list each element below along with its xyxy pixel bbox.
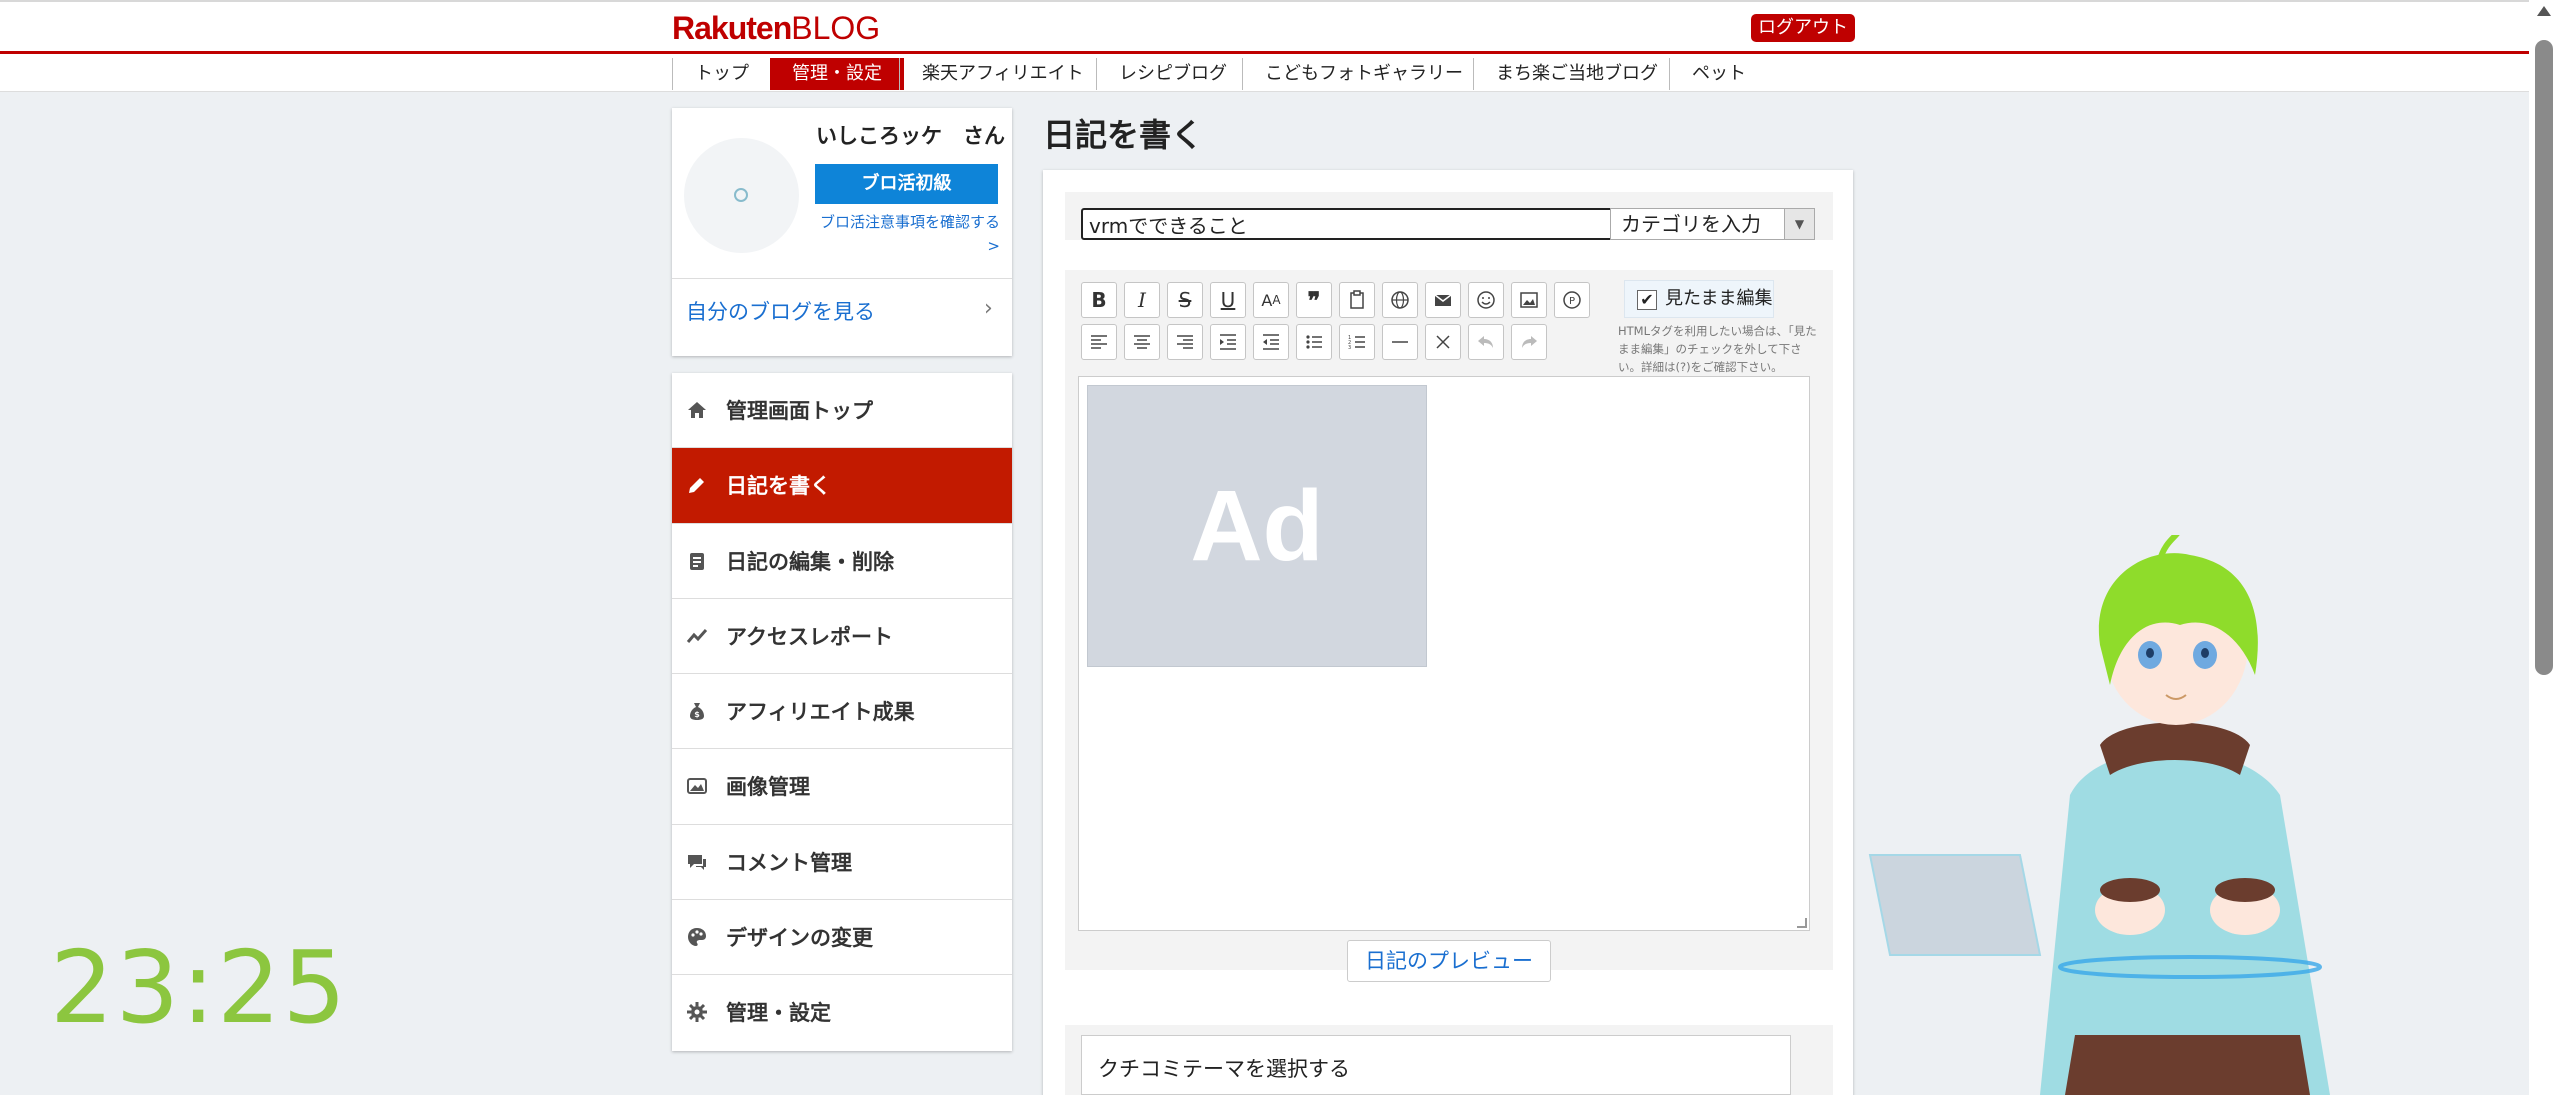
rakuten-blog-logo[interactable]: RakutenBLOG — [672, 10, 880, 46]
money-bag-icon: $ — [686, 700, 708, 722]
nav-item-affiliate[interactable]: 楽天アフィリエイト — [899, 58, 1106, 90]
sidebar-item-label: デザインの変更 — [726, 926, 873, 951]
review-theme-area: クチコミテーマを選択する — [1065, 1025, 1833, 1095]
numbered-list-icon[interactable]: 123 — [1339, 324, 1375, 360]
diary-title-input[interactable] — [1081, 208, 1642, 240]
sidebar-item-label: コメント管理 — [726, 850, 852, 875]
wysiwyg-label: 見たまま編集 — [1665, 288, 1773, 309]
scrollbar-thumb[interactable] — [2535, 40, 2553, 675]
username: いしころッケ さん — [816, 124, 1005, 148]
sidebar-item-label: アフィリエイト成果 — [726, 700, 915, 725]
nav-item-kids-photo[interactable]: こどもフォトギャラリー — [1242, 58, 1485, 90]
category-placeholder: カテゴリを入力 — [1621, 212, 1761, 236]
category-select[interactable]: カテゴリを入力 ▼ — [1610, 208, 1815, 240]
sidebar-item-image-management[interactable]: 画像管理 — [672, 749, 1012, 825]
global-nav: トップ 管理・設定 楽天アフィリエイト レシピブログ こどもフォトギャラリー ま… — [0, 54, 2529, 92]
page-scrollbar[interactable] — [2529, 0, 2559, 1095]
svg-text:$: $ — [694, 710, 700, 719]
nav-item-settings[interactable]: 管理・設定 — [770, 58, 904, 90]
product-link-icon[interactable]: P — [1554, 282, 1590, 318]
avatar[interactable] — [684, 138, 799, 253]
sidebar-item-label: 管理画面トップ — [726, 399, 873, 423]
nav-item-recipe-blog[interactable]: レシピブログ — [1096, 58, 1249, 90]
trend-icon — [686, 625, 708, 647]
svg-text:3: 3 — [1348, 345, 1351, 351]
sidebar-item-comment-management[interactable]: コメント管理 — [672, 825, 1012, 901]
underline-icon[interactable]: U — [1210, 282, 1246, 318]
strikethrough-icon[interactable]: S — [1167, 282, 1203, 318]
undo-icon[interactable] — [1468, 324, 1504, 360]
sidebar-item-label: アクセスレポート — [726, 624, 893, 649]
sidebar-item-label: 管理・設定 — [726, 1001, 831, 1026]
diary-editor-panel: カテゴリを入力 ▼ B I S U AA ❞ P ✔ 見たまま編集 — [1043, 170, 1853, 1095]
sidebar-item-edit-diary[interactable]: 日記の編集・削除 — [672, 524, 1012, 599]
nav-item-pet[interactable]: ペット — [1669, 58, 1768, 90]
nav-item-top[interactable]: トップ — [672, 58, 771, 90]
clock-overlay: 23:25 — [50, 929, 349, 1046]
logout-button[interactable]: ログアウト — [1751, 14, 1855, 42]
avatar-placeholder-icon — [734, 188, 748, 202]
horizontal-rule-icon[interactable] — [1382, 324, 1418, 360]
chevron-right-icon: › — [984, 296, 993, 321]
sidebar-item-admin-top[interactable]: 管理画面トップ — [672, 373, 1012, 449]
globe-icon[interactable] — [1382, 282, 1418, 318]
wysiwyg-toggle[interactable]: ✔ 見たまま編集 — [1624, 280, 1774, 318]
image-icon — [686, 775, 708, 797]
paste-icon[interactable] — [1339, 282, 1375, 318]
align-center-icon[interactable] — [1124, 324, 1160, 360]
wysiwyg-checkbox[interactable]: ✔ — [1637, 290, 1657, 310]
sidebar-item-label: 日記を書く — [726, 474, 831, 499]
wysiwyg-note: HTMLタグを利用したい場合は、「見たまま編集」のチェックを外して下さい。詳細は… — [1618, 324, 1817, 374]
profile-card: いしころッケ さん ブロ活初級 ブロ活注意事項を確認する> 自分のブログを見る … — [672, 108, 1012, 356]
scroll-up-icon[interactable] — [2537, 6, 2551, 16]
page-title: 日記を書く — [1043, 116, 1204, 154]
top-header: RakutenBLOG ログアウト — [0, 0, 2529, 54]
bullet-list-icon[interactable] — [1296, 324, 1332, 360]
document-icon — [686, 550, 708, 572]
image-insert-icon[interactable] — [1511, 282, 1547, 318]
emoji-icon[interactable] — [1468, 282, 1504, 318]
indent-icon[interactable] — [1210, 324, 1246, 360]
rank-notice-link[interactable]: ブロ活注意事項を確認する> — [815, 210, 1000, 258]
palette-icon — [686, 926, 708, 948]
diary-body-editor[interactable]: Ad — [1078, 376, 1810, 931]
logo-rakuten-text: Rakuten — [672, 10, 792, 46]
home-icon — [686, 399, 708, 421]
preview-button[interactable]: 日記のプレビュー — [1347, 940, 1551, 982]
redo-icon[interactable] — [1511, 324, 1547, 360]
sidebar-item-label: 画像管理 — [726, 775, 810, 800]
align-left-icon[interactable] — [1081, 324, 1117, 360]
pencil-icon — [686, 474, 708, 496]
admin-sidebar-menu: 管理画面トップ 日記を書く 日記の編集・削除 アクセスレポート $ アフィリエイ… — [672, 373, 1012, 1051]
outdent-icon[interactable] — [1253, 324, 1289, 360]
rank-button[interactable]: ブロ活初級 — [815, 164, 998, 204]
sidebar-item-write-diary[interactable]: 日記を書く — [672, 448, 1012, 524]
chevron-down-icon[interactable]: ▼ — [1784, 209, 1814, 239]
view-my-blog-link[interactable]: 自分のブログを見る — [686, 296, 875, 326]
sidebar-item-affiliate-results[interactable]: $ アフィリエイト成果 — [672, 674, 1012, 750]
ad-placeholder: Ad — [1087, 385, 1427, 667]
sidebar-item-admin-settings[interactable]: 管理・設定 — [672, 975, 1012, 1050]
logo-blog-text: BLOG — [791, 10, 881, 46]
card-divider — [672, 278, 1012, 279]
font-size-icon[interactable]: AA — [1253, 282, 1289, 318]
vtuber-avatar — [1868, 535, 2330, 1095]
clear-format-icon[interactable] — [1425, 324, 1461, 360]
gear-icon — [686, 1001, 708, 1023]
align-right-icon[interactable] — [1167, 324, 1203, 360]
quote-icon[interactable]: ❞ — [1296, 282, 1332, 318]
editor-toolbar-area: B I S U AA ❞ P ✔ 見たまま編集 HTMLタグを利用したい場合は、… — [1065, 270, 1833, 982]
review-theme-select[interactable]: クチコミテーマを選択する — [1081, 1035, 1791, 1095]
resize-handle[interactable] — [1797, 918, 1807, 928]
nav-item-local-blog[interactable]: まち楽ご当地ブログ — [1473, 58, 1680, 90]
sidebar-item-design-change[interactable]: デザインの変更 — [672, 900, 1012, 976]
bold-icon[interactable]: B — [1081, 282, 1117, 318]
mail-icon[interactable] — [1425, 282, 1461, 318]
svg-text:P: P — [1569, 296, 1575, 307]
italic-icon[interactable]: I — [1124, 282, 1160, 318]
comment-icon — [686, 851, 708, 873]
sidebar-item-access-report[interactable]: アクセスレポート — [672, 599, 1012, 675]
sidebar-item-label: 日記の編集・削除 — [726, 549, 894, 574]
